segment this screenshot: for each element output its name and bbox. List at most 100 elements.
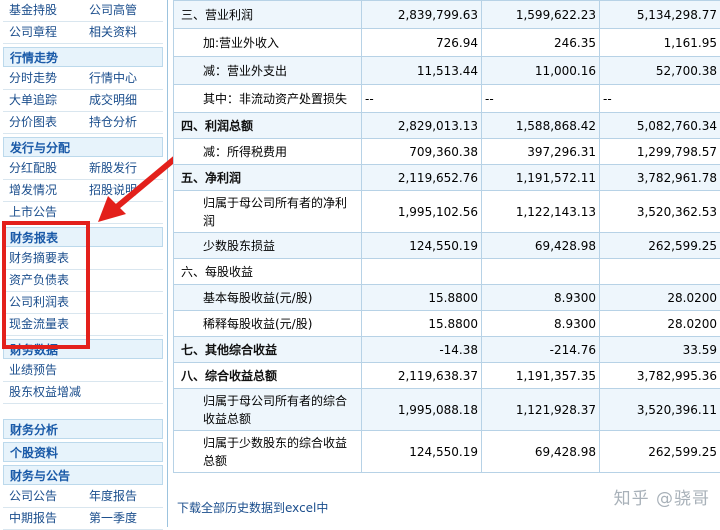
table-row: 减：所得税费用709,360.38397,296.311,299,798.57 bbox=[174, 139, 720, 165]
sidebar-link-executives[interactable]: 公司高管 bbox=[89, 0, 137, 21]
sidebar-link-cash-flow[interactable]: 现金流量表 bbox=[9, 314, 69, 335]
row-label: 七、其他综合收益 bbox=[177, 341, 277, 358]
sidebar-row: 上市公告 bbox=[3, 202, 163, 224]
table-row: 归属于母公司所有者的净利润1,995,102.561,122,143.133,5… bbox=[174, 191, 720, 233]
row-label-cell: 四、利润总额 bbox=[174, 113, 362, 139]
row-label: 少数股东损益 bbox=[177, 237, 275, 254]
table-row: 基本每股收益(元/股)15.88008.930028.0200 bbox=[174, 285, 720, 311]
sidebar-row: 股东权益增减 bbox=[3, 382, 163, 404]
sidebar-row: 基金持股 公司高管 bbox=[3, 0, 163, 22]
value-cell-period-1: 1,995,102.56 bbox=[362, 191, 482, 233]
row-label-cell: 减：所得税费用 bbox=[174, 139, 362, 165]
row-label-cell: 三、营业利润 bbox=[174, 1, 362, 29]
value-cell-period-3: 262,599.25 bbox=[600, 233, 720, 259]
sidebar-link-interim-report[interactable]: 中期报告 bbox=[9, 508, 57, 529]
sidebar-section-financial-analysis[interactable]: 财务分析 bbox=[3, 419, 163, 439]
row-label-cell: 加:营业外收入 bbox=[174, 29, 362, 57]
sidebar-row: 分红配股 新股发行 bbox=[3, 158, 163, 180]
sidebar-link-market-center[interactable]: 行情中心 bbox=[89, 68, 137, 89]
value-cell-period-2: 8.9300 bbox=[482, 285, 600, 311]
table-row: 减：营业外支出11,513.4411,000.1652,700.38 bbox=[174, 57, 720, 85]
row-label: 归属于母公司所有者的综合收益总额 bbox=[177, 392, 358, 428]
sidebar-row: 业绩预告 bbox=[3, 360, 163, 382]
sidebar-link-position-analysis[interactable]: 持仓分析 bbox=[89, 112, 137, 133]
value-cell-period-1: 709,360.38 bbox=[362, 139, 482, 165]
value-cell-period-2: -214.76 bbox=[482, 337, 600, 363]
sidebar-link-equity-changes[interactable]: 股东权益增减 bbox=[9, 382, 81, 403]
table-row: 归属于少数股东的综合收益总额124,550.1969,428.98262,599… bbox=[174, 431, 720, 473]
value-cell-period-2: 1,588,868.42 bbox=[482, 113, 600, 139]
sidebar-link-income-statement[interactable]: 公司利润表 bbox=[9, 292, 69, 313]
value-cell-period-3: 5,082,760.34 bbox=[600, 113, 720, 139]
row-label-cell: 七、其他综合收益 bbox=[174, 337, 362, 363]
row-label-cell: 八、综合收益总额 bbox=[174, 363, 362, 389]
row-label: 五、净利润 bbox=[177, 169, 241, 186]
value-cell-period-2: 1,122,143.13 bbox=[482, 191, 600, 233]
value-cell-period-1: 15.8800 bbox=[362, 285, 482, 311]
sidebar-link-related-info[interactable]: 相关资料 bbox=[89, 22, 137, 43]
value-cell-period-2: 1,599,622.23 bbox=[482, 1, 600, 29]
value-cell-period-1 bbox=[362, 259, 482, 285]
sidebar-link-big-orders[interactable]: 大单追踪 bbox=[9, 90, 57, 111]
table-row: 其中：非流动资产处置损失------ bbox=[174, 85, 720, 113]
value-cell-period-3: 1,161.95 bbox=[600, 29, 720, 57]
sidebar-link-announcements[interactable]: 公司公告 bbox=[9, 486, 57, 507]
row-label: 加:营业外收入 bbox=[177, 34, 279, 51]
sidebar-link-earnings-forecast[interactable]: 业绩预告 bbox=[9, 360, 57, 381]
sidebar-link-listing-notice[interactable]: 上市公告 bbox=[9, 202, 57, 223]
value-cell-period-1: 2,119,652.76 bbox=[362, 165, 482, 191]
table-row: 少数股东损益124,550.1969,428.98262,599.25 bbox=[174, 233, 720, 259]
sidebar-link-intraday[interactable]: 分时走势 bbox=[9, 68, 57, 89]
value-cell-period-3: 1,299,798.57 bbox=[600, 139, 720, 165]
value-cell-period-1: 11,513.44 bbox=[362, 57, 482, 85]
sidebar-link-annual-report[interactable]: 年度报告 bbox=[89, 486, 137, 507]
sidebar-row: 公司公告 年度报告 bbox=[3, 486, 163, 508]
row-label: 其中：非流动资产处置损失 bbox=[177, 90, 347, 107]
value-cell-period-3: 28.0200 bbox=[600, 311, 720, 337]
sidebar-link-fund-holdings[interactable]: 基金持股 bbox=[9, 0, 57, 21]
download-excel-link[interactable]: 下载全部历史数据到excel中 bbox=[173, 498, 720, 518]
value-cell-period-1: -14.38 bbox=[362, 337, 482, 363]
sidebar-row: 增发情况 招股说明 bbox=[3, 180, 163, 202]
sidebar-row: 财务摘要表 bbox=[3, 248, 163, 270]
sidebar-row: 分时走势 行情中心 bbox=[3, 68, 163, 90]
income-statement-table: 三、营业利润2,839,799.631,599,622.235,134,298.… bbox=[173, 0, 720, 473]
value-cell-period-3: -- bbox=[600, 85, 720, 113]
sidebar-link-trade-details[interactable]: 成交明细 bbox=[89, 90, 137, 111]
value-cell-period-2: 11,000.16 bbox=[482, 57, 600, 85]
row-label-cell: 减：营业外支出 bbox=[174, 57, 362, 85]
row-label: 三、营业利润 bbox=[177, 6, 253, 23]
sidebar-link-financial-summary[interactable]: 财务摘要表 bbox=[9, 248, 69, 269]
sidebar-section-stock-info[interactable]: 个股资料 bbox=[3, 442, 163, 462]
sidebar-link-articles[interactable]: 公司章程 bbox=[9, 22, 57, 43]
sidebar-row: 公司章程 相关资料 bbox=[3, 22, 163, 44]
value-cell-period-2: 397,296.31 bbox=[482, 139, 600, 165]
sidebar-link-additional-issue[interactable]: 增发情况 bbox=[9, 180, 57, 201]
value-cell-period-2: 1,191,572.11 bbox=[482, 165, 600, 191]
income-statement-table-container: 三、营业利润2,839,799.631,599,622.235,134,298.… bbox=[173, 0, 720, 527]
value-cell-period-1: 2,829,013.13 bbox=[362, 113, 482, 139]
value-cell-period-1: 124,550.19 bbox=[362, 431, 482, 473]
sidebar-link-balance-sheet[interactable]: 资产负债表 bbox=[9, 270, 69, 291]
value-cell-period-1: 726.94 bbox=[362, 29, 482, 57]
row-label: 四、利润总额 bbox=[177, 117, 253, 134]
sidebar-row: 分价图表 持仓分析 bbox=[3, 112, 163, 134]
table-row: 稀释每股收益(元/股)15.88008.930028.0200 bbox=[174, 311, 720, 337]
value-cell-period-2: 246.35 bbox=[482, 29, 600, 57]
value-cell-period-1: -- bbox=[362, 85, 482, 113]
table-row: 五、净利润 2,119,652.761,191,572.113,782,961.7… bbox=[174, 165, 720, 191]
value-cell-period-3: 3,782,961.78 bbox=[600, 165, 720, 191]
sidebar-link-new-issue[interactable]: 新股发行 bbox=[89, 158, 137, 179]
sidebar-link-dividends[interactable]: 分红配股 bbox=[9, 158, 57, 179]
sidebar-link-prospectus[interactable]: 招股说明 bbox=[89, 180, 137, 201]
sidebar-row: 资产负债表 bbox=[3, 270, 163, 292]
sidebar-row: 大单追踪 成交明细 bbox=[3, 90, 163, 112]
sidebar-row: 现金流量表 bbox=[3, 314, 163, 336]
value-cell-period-3: 5,134,298.77 bbox=[600, 1, 720, 29]
sidebar-link-q1-report[interactable]: 第一季度 bbox=[89, 508, 137, 529]
value-cell-period-3: 262,599.25 bbox=[600, 431, 720, 473]
sidebar-link-price-chart[interactable]: 分价图表 bbox=[9, 112, 57, 133]
value-cell-period-1: 2,119,638.37 bbox=[362, 363, 482, 389]
table-row: 七、其他综合收益-14.38-214.7633.59 bbox=[174, 337, 720, 363]
value-cell-period-3: 28.0200 bbox=[600, 285, 720, 311]
